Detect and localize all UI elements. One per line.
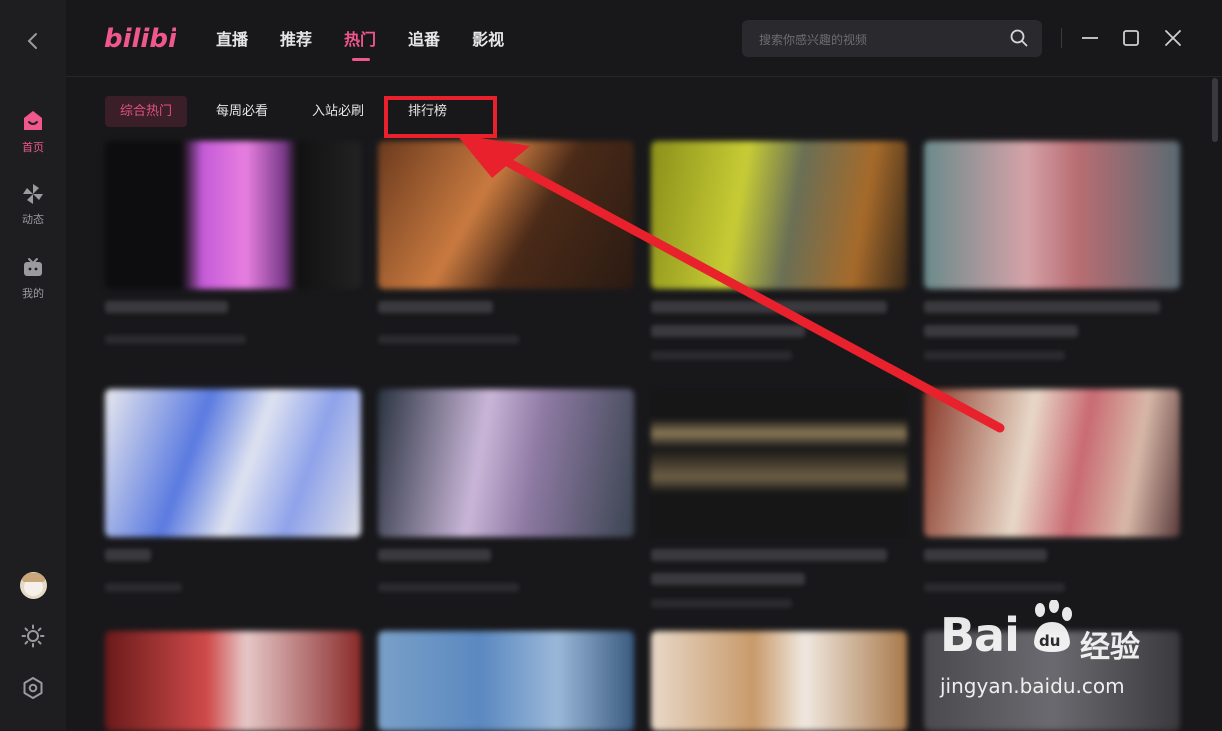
video-meta: [105, 335, 246, 344]
video-meta: [651, 599, 792, 608]
video-title: [924, 301, 1160, 313]
minimize-icon: [1082, 37, 1098, 39]
video-card[interactable]: [924, 141, 1180, 360]
back-button[interactable]: [20, 28, 46, 54]
video-thumbnail: [651, 631, 907, 731]
video-card[interactable]: [924, 389, 1180, 592]
video-title: [651, 549, 887, 561]
paw-icon: du: [1034, 600, 1072, 652]
video-card[interactable]: [651, 141, 907, 360]
maximize-icon: [1123, 30, 1139, 46]
bilibili-logo-icon: bilibili: [104, 24, 196, 54]
sidebar-item-dynamic[interactable]: 动态: [0, 182, 66, 227]
top-bar: bilibili 直播 推荐 热门 追番 影视 搜索你感兴趣的视频: [66, 0, 1222, 77]
video-thumbnail: [924, 389, 1180, 537]
video-thumbnail: [105, 389, 361, 537]
chevron-left-icon: [27, 33, 37, 49]
video-thumbnail: [105, 141, 361, 289]
video-card[interactable]: [105, 389, 361, 592]
search-placeholder: 搜索你感兴趣的视频: [759, 33, 868, 47]
sidebar-item-label: 动态: [22, 213, 44, 226]
svg-text:du: du: [1039, 632, 1060, 650]
sidebar-item-mine[interactable]: 我的: [0, 256, 66, 301]
tv-face-icon: [24, 258, 42, 276]
pinwheel-icon: [23, 184, 43, 204]
close-icon: [1165, 30, 1181, 46]
main-nav: 直播 推荐 热门 追番 影视: [216, 26, 536, 62]
video-thumbnail: [651, 389, 907, 537]
close-button[interactable]: [1161, 26, 1185, 50]
video-card[interactable]: [378, 631, 634, 731]
video-title: [651, 301, 887, 313]
nav-item-live[interactable]: 直播: [216, 26, 248, 62]
video-thumbnail: [924, 141, 1180, 289]
video-title: [378, 549, 491, 561]
nav-item-anime[interactable]: 追番: [408, 26, 440, 62]
video-title-line2: [651, 573, 805, 585]
video-meta: [651, 351, 792, 360]
video-title-line2: [924, 325, 1078, 337]
bilibili-logo[interactable]: bilibili: [104, 18, 196, 58]
search-icon[interactable]: [1010, 29, 1028, 51]
video-card[interactable]: [651, 631, 907, 731]
video-title: [378, 301, 494, 313]
video-meta: [924, 583, 1065, 592]
watermark-brand-cn: 经验: [1080, 630, 1140, 665]
tab-overall-hot[interactable]: 综合热门: [105, 96, 188, 127]
video-title-line2: [651, 325, 805, 337]
baidu-jingyan-watermark: Bai du 经验 jingyan.baidu.com: [940, 600, 1180, 710]
sidebar: 首页 动态 我的: [0, 0, 66, 730]
search-input[interactable]: 搜索你感兴趣的视频: [742, 20, 1042, 57]
nav-item-hot[interactable]: 热门: [344, 26, 376, 62]
logo-text: bilibili: [104, 24, 176, 54]
nav-item-recommend[interactable]: 推荐: [280, 26, 312, 62]
annotation-highlight-box: [384, 96, 497, 138]
maximize-button[interactable]: [1119, 26, 1143, 50]
avatar[interactable]: [20, 572, 47, 599]
video-card[interactable]: [651, 389, 907, 608]
video-thumbnail: [105, 631, 361, 731]
video-card[interactable]: [105, 141, 361, 344]
home-tv-icon: [24, 111, 42, 130]
sidebar-item-home[interactable]: 首页: [0, 108, 66, 155]
video-thumbnail: [378, 141, 634, 289]
video-meta: [378, 583, 519, 592]
sidebar-item-label: 我的: [22, 287, 44, 300]
sun-icon: [21, 624, 45, 648]
window-controls-divider: [1061, 28, 1062, 48]
video-title: [105, 549, 152, 561]
tab-must-watch[interactable]: 入站必刷: [297, 96, 379, 127]
video-thumbnail: [378, 631, 634, 731]
theme-toggle-button[interactable]: [21, 624, 45, 652]
settings-button[interactable]: [21, 676, 45, 704]
scrollbar[interactable]: [1212, 78, 1218, 142]
video-title: [924, 549, 1047, 561]
tab-weekly-must-see[interactable]: 每周必看: [201, 96, 283, 127]
watermark-url: jingyan.baidu.com: [940, 674, 1125, 698]
minimize-button[interactable]: [1078, 26, 1102, 50]
video-meta: [924, 351, 1065, 360]
sidebar-item-label: 首页: [22, 141, 44, 154]
watermark-brand: Bai: [940, 608, 1020, 662]
gear-icon: [23, 677, 43, 699]
video-card[interactable]: [378, 141, 634, 344]
video-title: [105, 301, 228, 313]
video-card[interactable]: [378, 389, 634, 592]
nav-item-movies[interactable]: 影视: [472, 26, 504, 62]
video-thumbnail: [651, 141, 907, 289]
video-card[interactable]: [105, 631, 361, 731]
video-meta: [105, 583, 182, 592]
video-meta: [378, 335, 519, 344]
video-thumbnail: [378, 389, 634, 537]
